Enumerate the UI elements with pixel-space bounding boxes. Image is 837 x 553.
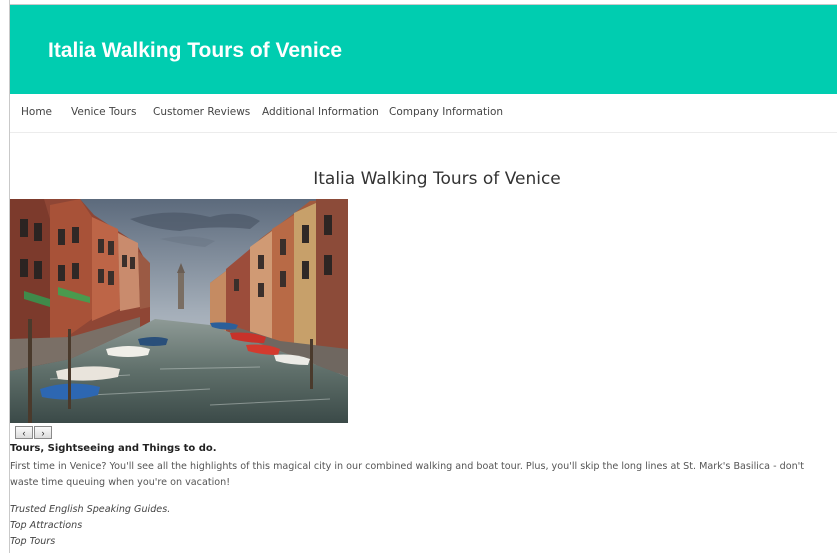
page: Italia Walking Tours of Venice Home Veni…	[0, 0, 837, 553]
slider-previous-button[interactable]: ‹	[15, 426, 33, 439]
section-title: Tours, Sightseeing and Things to do.	[10, 443, 217, 454]
feature-item-guides: Trusted English Speaking Guides.	[10, 504, 171, 515]
feature-item-tours: Top Tours	[10, 536, 56, 547]
hero-slideshow-image	[10, 199, 348, 423]
nav-link-company-information[interactable]: Company Information	[389, 106, 503, 118]
nav-link-venice-tours[interactable]: Venice Tours	[71, 106, 136, 118]
nav-link-home[interactable]: Home	[21, 106, 52, 118]
nav-link-customer-reviews[interactable]: Customer Reviews	[153, 106, 250, 118]
slider-next-button[interactable]: ›	[34, 426, 52, 439]
page-heading: Italia Walking Tours of Venice	[313, 169, 561, 189]
feature-item-attractions: Top Attractions	[10, 520, 83, 531]
site-header-banner: Italia Walking Tours of Venice	[10, 5, 837, 94]
intro-paragraph: First time in Venice? You'll see all the…	[10, 461, 805, 488]
main-navigation: Home Venice Tours Customer Reviews Addit…	[10, 94, 837, 133]
site-title[interactable]: Italia Walking Tours of Venice	[48, 39, 342, 63]
nav-link-additional-information[interactable]: Additional Information	[262, 106, 379, 118]
feature-list: Trusted English Speaking Guides. Top Att…	[10, 502, 170, 550]
